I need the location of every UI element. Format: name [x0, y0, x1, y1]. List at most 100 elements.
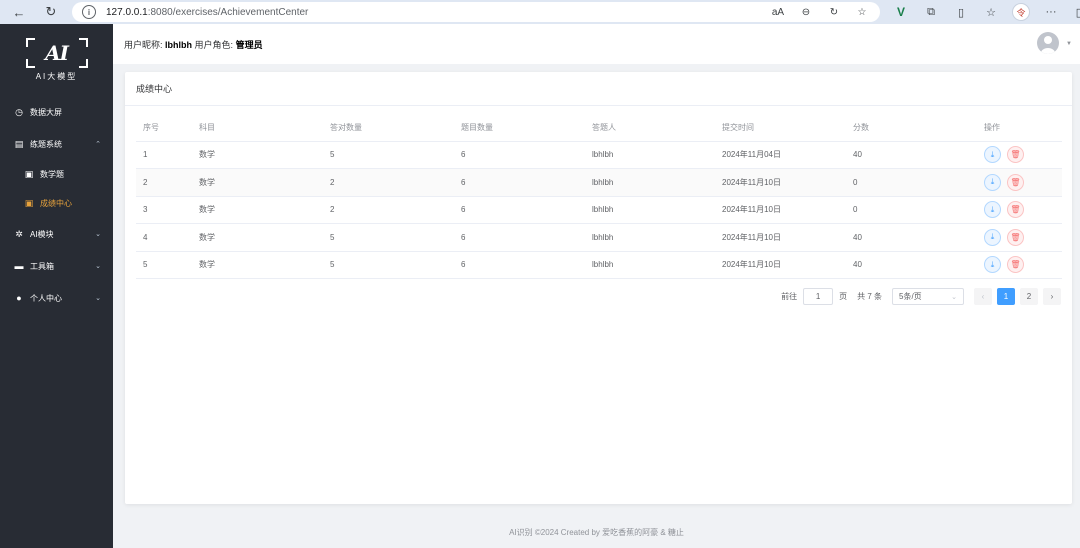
sidebar-item-label: AI模块	[30, 229, 54, 239]
cell-index: 3	[136, 196, 192, 224]
extensions-icon[interactable]: ⧉	[922, 3, 940, 21]
column-header: 操作	[977, 114, 1062, 142]
chevron-down-icon: ⌄	[95, 295, 101, 302]
logo-mark: AI	[45, 41, 69, 65]
file-icon: ▣	[24, 198, 34, 208]
cell-correct-count: 5	[323, 223, 454, 252]
delete-icon[interactable]: 🗑	[1007, 173, 1024, 191]
download-icon[interactable]: ⤓	[984, 146, 1001, 164]
read-aloud-icon[interactable]: aA	[770, 4, 786, 20]
sidebar-item-label: 工具箱	[30, 261, 54, 271]
favorites-icon[interactable]: ☆	[982, 3, 1000, 21]
sidebar-item-achievement-center[interactable]: ▣ 成绩中心	[0, 189, 113, 218]
cell-actions: ⤓ 🗑	[977, 141, 1062, 169]
page-size-select[interactable]: 5条/页 ⌄	[892, 288, 964, 305]
cell-actions: ⤓ 🗑	[977, 223, 1062, 252]
cell-subject: 数学	[192, 141, 323, 169]
cell-actions: ⤓ 🗑	[977, 196, 1062, 224]
sidebar: AI AI大模型 ◷ 数据大屏 ▤ 练题系统 ⌃ ▣ 数学题 ▣ 成绩中心 ✲ …	[0, 24, 113, 548]
table-row[interactable]: 2 数学 2 6 lbhlbh 2024年11月10日 0 ⤓ 🗑	[136, 168, 1062, 197]
sidebar-item-personal-center[interactable]: ● 个人中心 ⌄	[0, 282, 113, 314]
cell-score: 0	[846, 168, 977, 197]
sidebar-item-label: 个人中心	[30, 293, 62, 303]
cell-subject: 数学	[192, 196, 323, 224]
avatar[interactable]	[1037, 32, 1059, 54]
chevron-down-icon: ⌄	[951, 293, 957, 301]
cell-correct-count: 5	[323, 141, 454, 169]
download-icon[interactable]: ⤓	[984, 173, 1001, 191]
table-row[interactable]: 4 数学 5 6 lbhlbh 2024年11月10日 40 ⤓ 🗑	[136, 223, 1062, 252]
more-menu-icon[interactable]: ···	[1042, 3, 1060, 21]
cell-correct-count: 5	[323, 251, 454, 279]
address-bar[interactable]: i 127.0.0.1:8080/exercises/AchievementCe…	[72, 2, 880, 22]
sidebar-toggle-icon[interactable]: ◨	[1072, 3, 1080, 21]
next-page-button[interactable]: ›	[1043, 288, 1061, 305]
cell-question-count: 6	[454, 223, 585, 252]
column-header[interactable]: 答题人	[585, 114, 715, 142]
column-header[interactable]: 题目数量	[454, 114, 585, 142]
sidebar-item-label: 数据大屏	[30, 107, 62, 117]
cell-question-count: 6	[454, 168, 585, 197]
delete-icon[interactable]: 🗑	[1007, 256, 1024, 274]
cell-actions: ⤓ 🗑	[977, 251, 1062, 279]
address-url[interactable]: 127.0.0.1:8080/exercises/AchievementCent…	[106, 7, 308, 18]
sidebar-item-data-screen[interactable]: ◷ 数据大屏	[0, 96, 113, 128]
page-unit-label: 页	[839, 292, 848, 301]
delete-icon[interactable]: 🗑	[1007, 201, 1024, 219]
sidebar-item-label: 练题系统	[30, 139, 62, 149]
vue-devtools-icon[interactable]: V	[892, 3, 910, 21]
achievement-card: 成绩中心 序号 科目 答对数量 题目数量 答题人 提交时间 分数 操作 1 数学…	[125, 72, 1072, 504]
delete-icon[interactable]: 🗑	[1007, 146, 1024, 164]
page-button-1[interactable]: 1	[997, 288, 1015, 305]
refresh-extension-icon[interactable]: ↻	[826, 4, 842, 20]
reload-icon[interactable]: ↻	[42, 3, 60, 21]
user-icon: ●	[16, 293, 22, 303]
cell-answerer: lbhlbh	[585, 196, 715, 224]
cell-submit-time: 2024年11月10日	[715, 223, 846, 252]
cell-correct-count: 2	[323, 168, 454, 197]
prev-page-button[interactable]: ‹	[974, 288, 992, 305]
table-row[interactable]: 3 数学 2 6 lbhlbh 2024年11月10日 0 ⤓ 🗑	[136, 196, 1062, 224]
cell-score: 0	[846, 196, 977, 224]
table-row[interactable]: 5 数学 5 6 lbhlbh 2024年11月10日 40 ⤓ 🗑	[136, 251, 1062, 279]
sidebar-item-toolbox[interactable]: ▬ 工具箱 ⌄	[0, 250, 113, 282]
sidebar-item-label: 数学题	[40, 170, 64, 179]
sidebar-item-practice-system[interactable]: ▤ 练题系统 ⌃	[0, 128, 113, 160]
cell-correct-count: 2	[323, 196, 454, 224]
chevron-up-icon: ⌃	[95, 141, 101, 148]
results-table: 序号 科目 答对数量 题目数量 答题人 提交时间 分数 操作 1 数学 5 6 …	[136, 114, 1062, 279]
sidebar-item-label: 成绩中心	[40, 199, 72, 208]
cell-subject: 数学	[192, 168, 323, 197]
delete-icon[interactable]: 🗑	[1007, 228, 1024, 246]
cell-answerer: lbhlbh	[585, 251, 715, 279]
pagination: 前往 1 页 共 7 条 5条/页 ⌄ ‹ 1 2 ›	[781, 288, 1061, 305]
file-icon: ▣	[24, 169, 34, 179]
download-icon[interactable]: ⤓	[984, 228, 1001, 246]
column-header[interactable]: 科目	[192, 114, 323, 142]
profile-avatar-icon[interactable]: 令	[1012, 3, 1030, 21]
page-button-2[interactable]: 2	[1020, 288, 1038, 305]
caret-down-icon[interactable]: ▼	[1066, 41, 1072, 47]
cell-score: 40	[846, 223, 977, 252]
cell-question-count: 6	[454, 141, 585, 169]
cell-index: 5	[136, 251, 192, 279]
table-row[interactable]: 1 数学 5 6 lbhlbh 2024年11月04日 40 ⤓ 🗑	[136, 141, 1062, 169]
column-header[interactable]: 提交时间	[715, 114, 846, 142]
zoom-icon[interactable]: ⊖	[798, 4, 814, 20]
favorite-star-icon[interactable]: ☆	[854, 4, 870, 20]
download-icon[interactable]: ⤓	[984, 201, 1001, 219]
split-screen-icon[interactable]: ▯	[952, 3, 970, 21]
column-header[interactable]: 分数	[846, 114, 977, 142]
info-icon[interactable]: i	[82, 5, 96, 19]
column-header[interactable]: 答对数量	[323, 114, 454, 142]
logo[interactable]: AI AI大模型	[0, 24, 113, 96]
cell-submit-time: 2024年11月10日	[715, 251, 846, 279]
sidebar-item-ai-module[interactable]: ✲ AI模块 ⌄	[0, 218, 113, 250]
column-header[interactable]: 序号	[136, 114, 192, 142]
sidebar-item-math[interactable]: ▣ 数学题	[0, 160, 113, 189]
cell-subject: 数学	[192, 251, 323, 279]
back-arrow-icon[interactable]: ←	[10, 3, 28, 21]
dashboard-icon: ◷	[15, 106, 23, 117]
download-icon[interactable]: ⤓	[984, 256, 1001, 274]
page-jump-input[interactable]: 1	[803, 288, 834, 305]
